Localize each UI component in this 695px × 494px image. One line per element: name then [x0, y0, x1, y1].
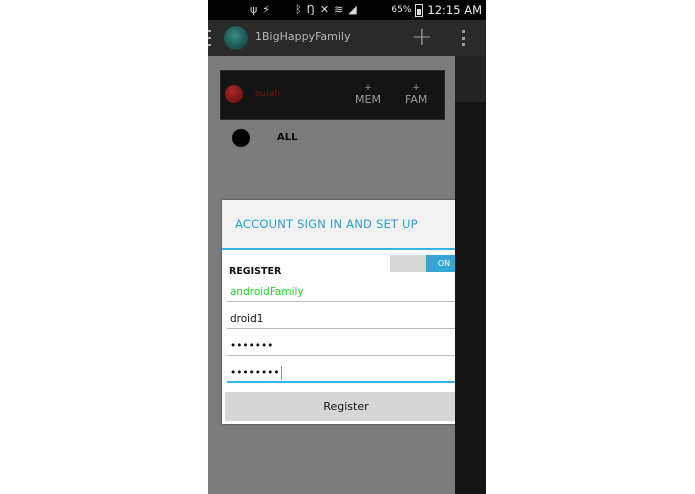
member-name: ouiah: [255, 89, 280, 99]
add-icon[interactable]: +: [411, 24, 433, 50]
app-logo[interactable]: [224, 26, 248, 50]
dialog-body: REGISTER ON androidFamily droid1 •••••••…: [222, 250, 470, 424]
username-field[interactable]: droid1: [227, 309, 468, 329]
register-toggle[interactable]: ON: [390, 255, 462, 272]
drawer-toggle-icon[interactable]: [208, 30, 212, 46]
add-member-label: MEM: [355, 93, 381, 106]
navigation-drawer: ouiah + MEM + FAM ALL ACCOUNT SIGN IN AN…: [208, 56, 470, 494]
add-family-label: FAM: [405, 93, 428, 106]
battery-icon: [415, 3, 424, 17]
dialog-title: ACCOUNT SIGN IN AND SET UP: [235, 217, 418, 231]
status-right: 65% 12:15 AM: [391, 3, 482, 17]
add-family-button[interactable]: + FAM: [405, 83, 427, 106]
no-sound-icon: ⚡: [262, 3, 270, 16]
mute-icon: ✕: [319, 3, 330, 16]
confirm-password-value: ••••••••: [230, 367, 280, 379]
confirm-password-field[interactable]: ••••••••: [227, 363, 468, 383]
family-name-field[interactable]: androidFamily: [227, 282, 468, 302]
action-bar: 1BigHappyFamily +: [208, 20, 486, 56]
account-dialog: ACCOUNT SIGN IN AND SET UP REGISTER ON a…: [222, 200, 470, 424]
text-cursor: [280, 366, 282, 380]
all-label: ALL: [277, 132, 298, 143]
battery-percent: 65%: [391, 5, 412, 15]
member-avatar[interactable]: [225, 85, 243, 103]
overflow-menu-icon[interactable]: [462, 30, 466, 46]
status-bar: ψ ⚡ ᛒ Ŋ ✕ ≋ ◢ 65% 12:15 AM: [208, 0, 486, 20]
phone-screen: ψ ⚡ ᛒ Ŋ ✕ ≋ ◢ 65% 12:15 AM 1BigHappyFami…: [208, 0, 486, 494]
usb-icon: ψ: [250, 3, 258, 16]
status-icons: ψ ⚡ ᛒ Ŋ ✕ ≋ ◢: [250, 2, 357, 18]
add-member-plus: +: [364, 83, 372, 93]
signal-icon: ◢: [348, 3, 357, 16]
clock: 12:15 AM: [427, 3, 482, 17]
nfc-icon: Ŋ: [306, 3, 315, 16]
wifi-icon: ≋: [334, 3, 344, 16]
password-field[interactable]: •••••••: [227, 336, 468, 356]
add-member-button[interactable]: + MEM: [355, 83, 381, 106]
drawer-item-all[interactable]: ALL: [222, 126, 422, 152]
content-edge-header: [455, 56, 486, 102]
drawer-header: ouiah + MEM + FAM: [220, 70, 445, 120]
register-button[interactable]: Register: [225, 392, 467, 421]
app-title: 1BigHappyFamily: [255, 30, 351, 43]
content-edge: [455, 56, 486, 494]
register-label: REGISTER: [229, 266, 282, 277]
add-family-plus: +: [412, 83, 420, 93]
all-avatar: [232, 129, 250, 147]
register-row: REGISTER: [229, 259, 281, 278]
bluetooth-icon: ᛒ: [295, 3, 302, 16]
